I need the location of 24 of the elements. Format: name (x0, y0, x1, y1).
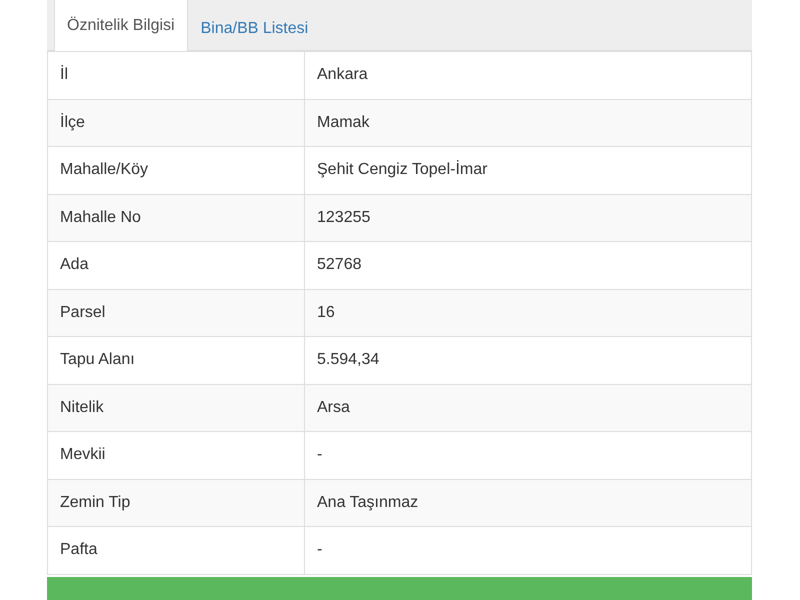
field-label: Ada (48, 242, 304, 289)
field-label: Pafta (48, 526, 304, 574)
field-value: Mamak (304, 99, 752, 146)
field-label: Parsel (48, 289, 304, 336)
field-label: İlçe (48, 99, 304, 146)
field-value: - (304, 432, 752, 479)
field-value: Ana Taşınmaz (304, 479, 752, 526)
tab[interactable]: Öznitelik Bilgisi (54, 0, 188, 51)
field-value: 52768 (304, 242, 752, 289)
field-label: Nitelik (48, 384, 304, 432)
field-label: Mahalle No (48, 194, 304, 242)
field-label: Zemin Tip (48, 479, 304, 526)
field-label: Mahalle/Köy (48, 146, 304, 194)
tab[interactable]: Bina/BB Listesi (188, 5, 322, 51)
field-value: 16 (304, 289, 752, 336)
field-label: İl (48, 52, 304, 99)
field-label: Mevkii (48, 432, 304, 479)
field-value: 123255 (304, 194, 752, 242)
field-value: Arsa (304, 384, 752, 432)
field-value: 5.594,34 (304, 336, 752, 384)
field-value: Şehit Cengiz Topel-İmar (304, 146, 752, 194)
field-value: - (304, 526, 752, 574)
field-label: Tapu Alanı (48, 336, 304, 384)
field-value: Ankara (304, 52, 752, 99)
